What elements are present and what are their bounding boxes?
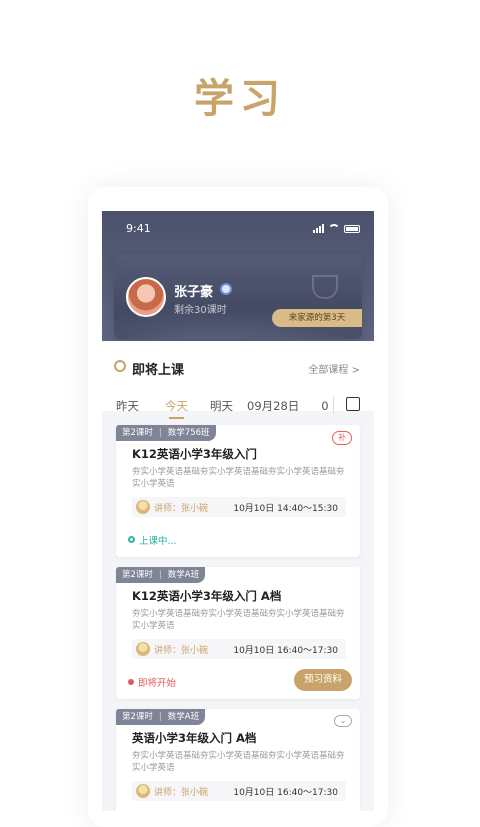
class-name: 数学756班 (167, 428, 210, 438)
upcoming-section: 即将上课 全部课程 > 昨天 今天 明天 09月28日 0 (102, 341, 374, 419)
course-description: 夯实小学英语基础夯实小学英语基础夯实小学英语基础夯实小学英语 (132, 467, 345, 489)
all-courses-link[interactable]: 全部课程 > (308, 361, 360, 376)
status-bar: 9:41 (116, 222, 360, 236)
live-status: 上课中... (128, 533, 177, 547)
battery-icon (344, 224, 360, 233)
lesson-number: 第2课时 (122, 712, 153, 722)
class-name: 数学A班 (167, 570, 200, 580)
tab-more[interactable]: 0 (321, 399, 328, 413)
header: 9:41 张子豪 剩余30课时 来家源的第3天 (102, 211, 374, 341)
app-screen: 9:41 张子豪 剩余30课时 来家源的第3天 即将上课 全部课程 > 昨天 今… (102, 211, 374, 811)
trophy-icon (312, 275, 338, 299)
course-card[interactable]: 第2课时 | 数学A班 K12英语小学3年级入门 A档 夯实小学英语基础夯实小学… (116, 567, 360, 699)
status-icons (313, 224, 360, 233)
calendar-icon[interactable] (346, 397, 360, 411)
teacher-avatar (136, 642, 150, 656)
alarm-clock-icon (114, 360, 126, 372)
teacher-row: 讲师：张小碗 10月10日 14:40～15:30 (132, 497, 346, 517)
page-title: 学习 (194, 76, 286, 122)
course-description: 夯实小学英语基础夯实小学英语基础夯实小学英语基础夯实小学英语 (132, 609, 345, 631)
teacher-name: 讲师：张小碗 (154, 646, 209, 656)
tab-yesterday[interactable]: 昨天 (116, 398, 139, 414)
wifi-icon (328, 224, 340, 233)
teacher-name: 讲师：张小碗 (154, 504, 209, 514)
lesson-number: 第2课时 (122, 428, 153, 438)
teacher-row: 讲师：张小碗 10月10日 16:40～17:30 (132, 639, 346, 659)
course-description: 夯实小学英语基础夯实小学英语基础夯实小学英语基础夯实小学英语 (132, 751, 345, 773)
days-badge: 来家源的第3天 (272, 309, 362, 327)
lesson-tag: 第2课时 | 数学A班 (116, 709, 206, 725)
makeup-badge: 补 (332, 431, 352, 445)
status-text: 即将开始 (138, 678, 177, 689)
tag-separator: | (158, 712, 162, 722)
class-time: 10月10日 14:40～15:30 (233, 504, 338, 514)
lesson-tag: 第2课时 | 数学A班 (116, 567, 206, 583)
live-dot-icon (128, 536, 135, 543)
tab-divider (333, 396, 334, 414)
level-icon (220, 283, 232, 295)
class-time: 10月10日 16:40～17:30 (233, 646, 338, 656)
clock-dot-icon (128, 679, 134, 685)
tag-separator: | (158, 428, 162, 438)
preview-materials-button[interactable]: 预习资料 (294, 669, 352, 691)
course-title: K12英语小学3年级入门 A档 (132, 589, 282, 603)
class-name: 数学A班 (167, 712, 200, 722)
remaining-hours: 剩余30课时 (174, 305, 227, 316)
profile-card[interactable]: 张子豪 剩余30课时 来家源的第3天 (114, 255, 362, 339)
course-card[interactable]: 第2课时 | 数学756班 补 K12英语小学3年级入门 夯实小学英语基础夯实小… (116, 425, 360, 557)
upcoming-status: 即将开始 (128, 675, 176, 689)
course-title: K12英语小学3年级入门 (132, 447, 257, 461)
status-text: 上课中... (139, 536, 177, 547)
signal-icon (313, 224, 324, 233)
tab-date[interactable]: 09月28日 (247, 398, 299, 414)
section-title: 即将上课 (132, 363, 185, 378)
course-title: 英语小学3年级入门 A档 (132, 731, 257, 745)
chevron-down-icon[interactable]: ⌄ (334, 715, 352, 727)
teacher-row: 讲师：张小碗 10月10日 16:40～17:30 (132, 781, 346, 801)
teacher-name: 讲师：张小碗 (154, 788, 209, 798)
tab-today[interactable]: 今天 (165, 398, 188, 419)
class-time: 10月10日 16:40～17:30 (233, 788, 338, 798)
teacher-avatar (136, 784, 150, 798)
course-card[interactable]: 第2课时 | 数学A班 ⌄ 英语小学3年级入门 A档 夯实小学英语基础夯实小学英… (116, 709, 360, 811)
lesson-number: 第2课时 (122, 570, 153, 580)
teacher-avatar (136, 500, 150, 514)
lesson-tag: 第2课时 | 数学756班 (116, 425, 216, 441)
status-time: 9:41 (126, 222, 151, 235)
avatar[interactable] (126, 277, 166, 317)
user-name: 张子豪 (174, 285, 214, 300)
tab-tomorrow[interactable]: 明天 (210, 398, 233, 414)
tag-separator: | (158, 570, 162, 580)
